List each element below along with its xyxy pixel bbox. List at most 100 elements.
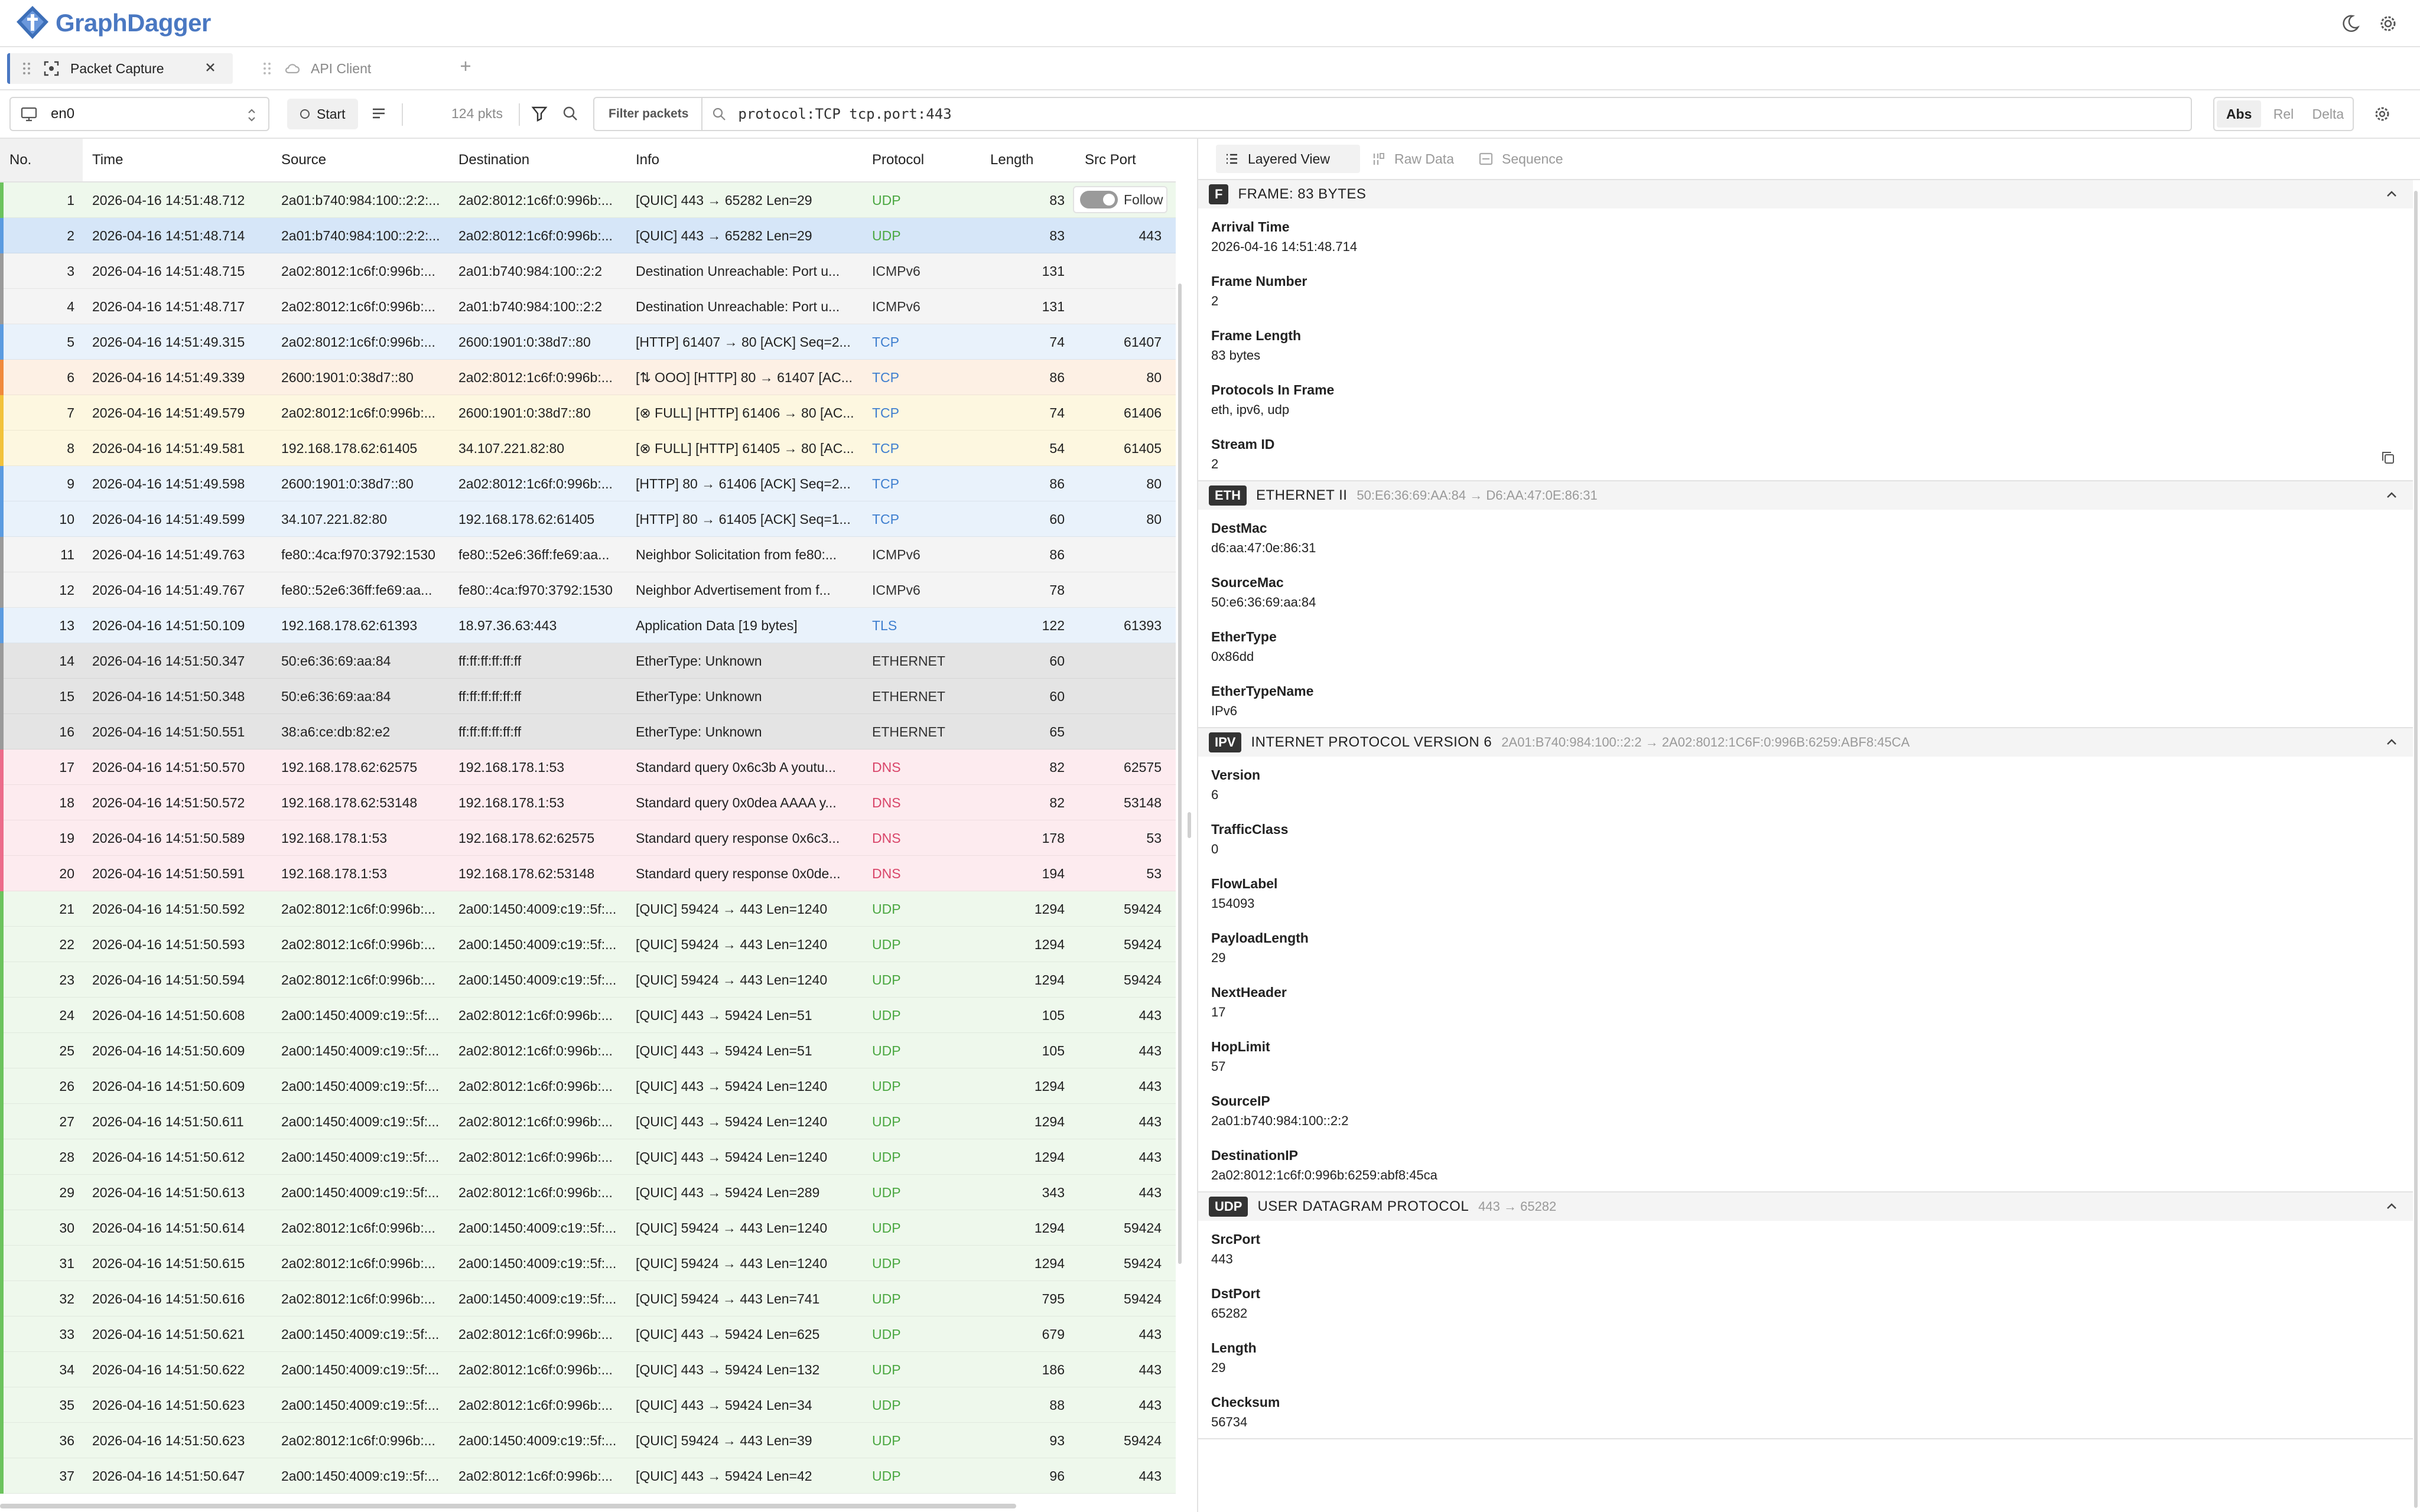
section-header[interactable]: UDP USER DATAGRAM PROTOCOL 443 → 65282 — [1198, 1192, 2413, 1221]
column-header-length[interactable]: Length — [990, 152, 1033, 168]
packet-row[interactable]: 3 2026-04-16 14:51:48.715 2a02:8012:1c6f:0… — [0, 253, 1176, 289]
packet-row[interactable]: 11 2026-04-16 14:51:49.763 fe80::4ca:f970:… — [0, 537, 1176, 572]
packet-row[interactable]: 19 2026-04-16 14:51:50.589 192.168.178.1:5… — [0, 820, 1176, 856]
cell-destination: 2a01:b740:984:100::2:2 — [458, 299, 603, 314]
packet-row[interactable]: 9 2026-04-16 14:51:49.598 2600:1901:0:38d7… — [0, 466, 1176, 501]
column-header-source[interactable]: Source — [281, 152, 326, 168]
packet-row[interactable]: 10 2026-04-16 14:51:49.599 34.107.221.82:8… — [0, 501, 1176, 537]
theme-toggle-moon-icon[interactable] — [2340, 13, 2361, 34]
detail-field: SourceIP 2a01:b740:984:100::2:2 — [1198, 1083, 2413, 1137]
packet-row[interactable]: 13 2026-04-16 14:51:50.109 192.168.178.62:… — [0, 608, 1176, 643]
packet-row[interactable]: 34 2026-04-16 14:51:50.622 2a00:1450:4009:… — [0, 1352, 1176, 1387]
cell-length: 1294 — [1034, 1078, 1065, 1094]
protocol-color-bar — [0, 608, 4, 643]
packet-row[interactable]: 22 2026-04-16 14:51:50.593 2a02:8012:1c6f:… — [0, 927, 1176, 962]
field-value: 50:e6:36:69:aa:84 — [1211, 595, 1316, 610]
packet-row[interactable]: 32 2026-04-16 14:51:50.616 2a02:8012:1c6f:… — [0, 1281, 1176, 1317]
packet-row[interactable]: 37 2026-04-16 14:51:50.647 2a00:1450:4009:… — [0, 1458, 1176, 1494]
time-mode-rel[interactable]: Rel — [2261, 100, 2305, 128]
filter-icon[interactable] — [531, 105, 548, 122]
field-name: SourceIP — [1211, 1093, 1270, 1109]
packet-row[interactable]: 33 2026-04-16 14:51:50.621 2a00:1450:4009:… — [0, 1317, 1176, 1352]
packet-row[interactable]: 16 2026-04-16 14:51:50.551 38:a6:ce:db:82:… — [0, 714, 1176, 750]
column-header-info[interactable]: Info — [636, 152, 659, 168]
search-icon[interactable] — [561, 105, 579, 122]
packet-row[interactable]: 28 2026-04-16 14:51:50.612 2a00:1450:4009:… — [0, 1139, 1176, 1175]
packet-row[interactable]: 31 2026-04-16 14:51:50.615 2a02:8012:1c6f:… — [0, 1246, 1176, 1281]
packet-row[interactable]: 8 2026-04-16 14:51:49.581 192.168.178.62:6… — [0, 431, 1176, 466]
packet-row[interactable]: 25 2026-04-16 14:51:50.609 2a00:1450:4009:… — [0, 1033, 1176, 1068]
packet-filter-input[interactable]: Filter packets protocol:TCP tcp.port:443 — [593, 97, 2192, 131]
list-view-icon[interactable] — [370, 105, 388, 122]
drag-handle-icon[interactable] — [262, 61, 272, 76]
column-header-protocol[interactable]: Protocol — [872, 152, 924, 168]
column-header-destination[interactable]: Destination — [458, 152, 529, 168]
follow-toggle[interactable]: Follow — [1073, 186, 1167, 213]
column-header-no[interactable]: No. — [9, 152, 31, 168]
packet-row[interactable]: 30 2026-04-16 14:51:50.614 2a02:8012:1c6f:… — [0, 1210, 1176, 1246]
cell-src-port: 443 — [1139, 1114, 1162, 1129]
packet-row[interactable]: 1 2026-04-16 14:51:48.712 2a01:b740:984:10… — [0, 183, 1176, 218]
protocol-color-bar — [0, 820, 4, 856]
column-header-time[interactable]: Time — [92, 152, 123, 168]
packet-row[interactable]: 14 2026-04-16 14:51:50.347 50:e6:36:69:aa:… — [0, 643, 1176, 679]
packet-row[interactable]: 36 2026-04-16 14:51:50.623 2a02:8012:1c6f:… — [0, 1423, 1176, 1458]
packet-row[interactable]: 20 2026-04-16 14:51:50.591 192.168.178.1:5… — [0, 856, 1176, 891]
packet-row[interactable]: 35 2026-04-16 14:51:50.623 2a00:1450:4009:… — [0, 1387, 1176, 1423]
section-header[interactable]: IPV INTERNET PROTOCOL VERSION 6 2A01:B740:… — [1198, 728, 2413, 757]
cell-no: 13 — [59, 618, 74, 633]
packet-row[interactable]: 7 2026-04-16 14:51:49.579 2a02:8012:1c6f:0… — [0, 395, 1176, 431]
collapse-chevron-up-icon[interactable] — [2385, 735, 2399, 750]
cell-no: 7 — [67, 405, 74, 421]
packet-row[interactable]: 2 2026-04-16 14:51:48.714 2a01:b740:984:10… — [0, 218, 1176, 253]
settings-gear-icon[interactable] — [2377, 13, 2399, 34]
packet-row[interactable]: 15 2026-04-16 14:51:50.348 50:e6:36:69:aa:… — [0, 679, 1176, 714]
packet-row[interactable]: 24 2026-04-16 14:51:50.608 2a00:1450:4009:… — [0, 998, 1176, 1033]
cell-protocol: ICMPv6 — [872, 582, 920, 598]
packet-row[interactable]: 18 2026-04-16 14:51:50.572 192.168.178.62:… — [0, 785, 1176, 820]
collapse-chevron-up-icon[interactable] — [2385, 187, 2399, 201]
app-window: GraphDagger Packet Capture API Client en… — [0, 0, 2420, 1512]
detail-scrollbar[interactable] — [2414, 191, 2418, 1508]
capture-settings-gear-icon[interactable] — [2373, 105, 2392, 123]
field-value: eth, ipv6, udp — [1211, 402, 1290, 417]
packet-row[interactable]: 29 2026-04-16 14:51:50.613 2a00:1450:4009:… — [0, 1175, 1176, 1210]
tab-sequence[interactable]: Sequence — [1470, 145, 1600, 173]
packet-row[interactable]: 27 2026-04-16 14:51:50.611 2a00:1450:4009:… — [0, 1104, 1176, 1139]
cell-no: 21 — [59, 901, 74, 917]
collapse-chevron-up-icon[interactable] — [2385, 1200, 2399, 1214]
tab-raw-data[interactable]: Raw Data — [1362, 145, 1481, 173]
detail-field: Version 6 — [1198, 757, 2413, 811]
packet-row[interactable]: 17 2026-04-16 14:51:50.570 192.168.178.62:… — [0, 750, 1176, 785]
cell-no: 6 — [67, 370, 74, 385]
add-tab-icon[interactable] — [457, 58, 474, 74]
protocol-color-bar — [0, 537, 4, 572]
packet-row[interactable]: 21 2026-04-16 14:51:50.592 2a02:8012:1c6f:… — [0, 891, 1176, 927]
tab-layered-view[interactable]: Layered View — [1216, 145, 1360, 173]
close-tab-icon[interactable] — [203, 60, 217, 74]
time-mode-delta[interactable]: Delta — [2306, 100, 2350, 128]
packet-row[interactable]: 26 2026-04-16 14:51:50.609 2a00:1450:4009:… — [0, 1068, 1176, 1104]
drag-handle-icon[interactable] — [22, 61, 31, 76]
packet-row[interactable]: 6 2026-04-16 14:51:49.339 2600:1901:0:38d7… — [0, 360, 1176, 395]
section-header[interactable]: F FRAME: 83 BYTES — [1198, 180, 2413, 208]
tab-packet-capture[interactable]: Packet Capture — [7, 53, 233, 84]
cell-no: 27 — [59, 1114, 74, 1129]
cell-time: 2026-04-16 14:51:50.623 — [92, 1433, 245, 1448]
horizontal-scrollbar[interactable] — [0, 1504, 1016, 1508]
section-header[interactable]: ETH ETHERNET II 50:E6:36:69:AA:84 → D6:AA:… — [1198, 481, 2413, 510]
start-capture-button[interactable]: Start — [287, 99, 358, 129]
packet-row[interactable]: 5 2026-04-16 14:51:49.315 2a02:8012:1c6f:0… — [0, 324, 1176, 360]
packet-row[interactable]: 4 2026-04-16 14:51:48.717 2a02:8012:1c6f:0… — [0, 289, 1176, 324]
tab-api-client[interactable]: API Client — [251, 53, 445, 84]
panel-resize-handle[interactable] — [1188, 812, 1191, 838]
packet-row[interactable]: 23 2026-04-16 14:51:50.594 2a02:8012:1c6f:… — [0, 962, 1176, 998]
tab-label: API Client — [311, 60, 372, 76]
collapse-chevron-up-icon[interactable] — [2385, 488, 2399, 503]
packet-row[interactable]: 12 2026-04-16 14:51:49.767 fe80::52e6:36ff… — [0, 572, 1176, 608]
vertical-scrollbar[interactable] — [1178, 284, 1182, 1264]
column-header-src-port[interactable]: Src Port — [1085, 152, 1136, 168]
time-mode-abs[interactable]: Abs — [2217, 100, 2262, 128]
copy-icon[interactable] — [2380, 449, 2396, 466]
interface-select[interactable]: en0 — [9, 97, 269, 131]
